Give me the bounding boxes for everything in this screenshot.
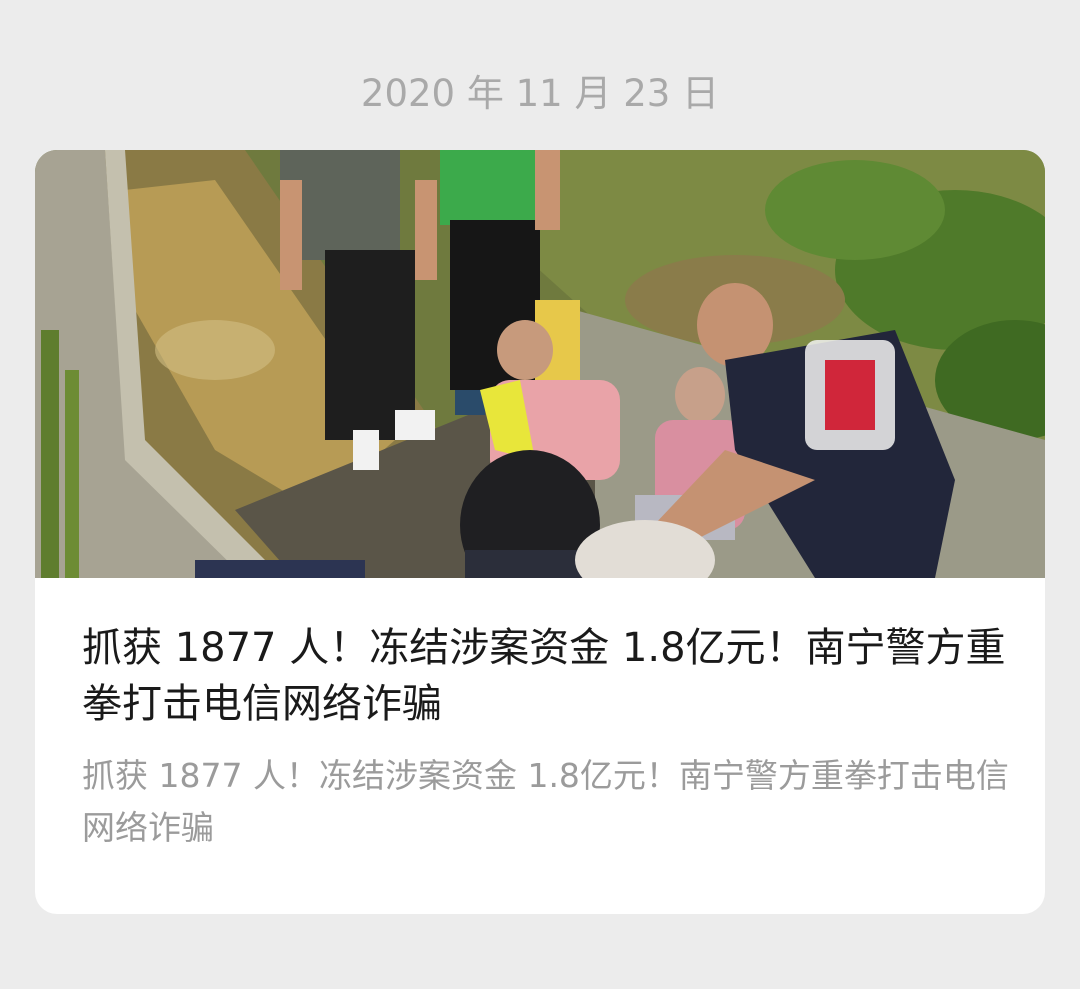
article-digest: 抓获 1877 人！冻结涉案资金 1.8亿元！南宁警方重拳打击电信网络诈骗 [82, 756, 1009, 847]
article-card[interactable]: 抓获 1877 人！冻结涉案资金 1.8亿元！南宁警方重拳打击电信网络诈骗 抓获… [35, 150, 1045, 914]
message-date: 2020 年 11 月 23 日 [360, 72, 720, 115]
article-cover-image [35, 150, 1045, 578]
article-title[interactable]: 抓获 1877 人！冻结涉案资金 1.8亿元！南宁警方重拳打击电信网络诈骗 [82, 620, 1012, 732]
